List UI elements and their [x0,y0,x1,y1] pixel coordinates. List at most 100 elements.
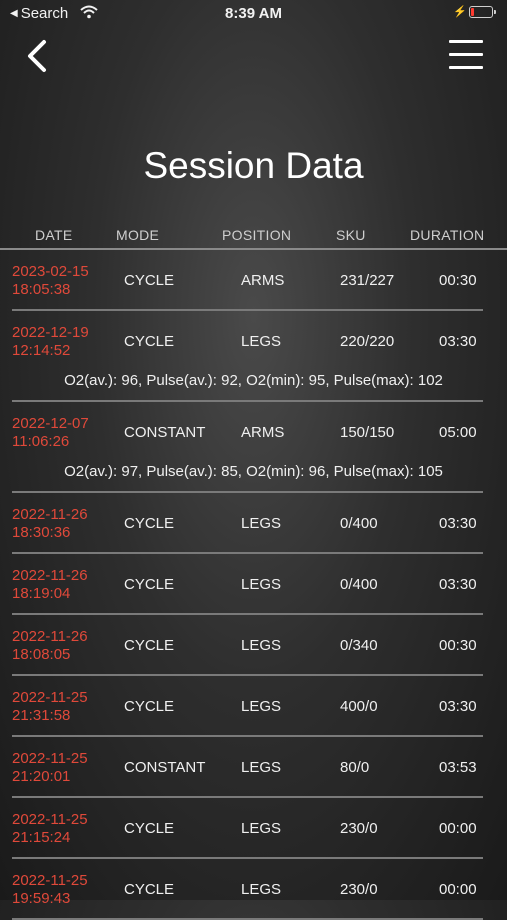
session-sku: 230/0 [340,820,378,837]
battery-icon [469,6,496,18]
session-mode: CONSTANT [124,759,206,776]
session-row-main: 2022-11-26 18:08:05 CYCLE LEGS 0/340 00:30 [0,615,507,674]
column-header-sku: SKU [336,227,366,243]
session-row[interactable]: 2022-11-26 18:19:04 CYCLE LEGS 0/400 03:30 [0,554,507,615]
session-datetime: 2022-11-25 21:20:01 [12,750,88,786]
session-position: LEGS [241,820,282,837]
session-date: 2022-12-07 [12,415,89,432]
session-position: LEGS [241,881,282,898]
status-time: 8:39 AM [225,5,282,22]
session-datetime: 2022-11-25 21:31:58 [12,689,88,725]
session-sku: 150/150 [340,424,395,441]
session-row-main: 2023-02-15 18:05:38 CYCLE ARMS 231/227 00:30 [0,250,507,309]
session-position: ARMS [241,424,285,441]
session-row-main: 2022-11-26 18:19:04 CYCLE LEGS 0/400 03:30 [0,554,507,613]
session-position: ARMS [241,272,285,289]
session-sku: 231/227 [340,272,395,289]
session-duration: 03:53 [439,759,477,776]
session-time: 21:31:58 [12,707,71,724]
session-time: 18:19:04 [12,585,71,602]
session-datetime: 2022-11-25 21:15:24 [12,811,88,847]
session-date: 2022-11-25 [12,689,88,706]
session-sku: 0/400 [340,515,378,532]
session-duration: 00:30 [439,637,477,654]
session-duration: 03:30 [439,515,477,532]
session-datetime: 2023-02-15 18:05:38 [12,263,89,299]
column-header-mode: MODE [116,227,160,243]
session-date: 2022-11-26 [12,628,88,645]
session-row-main: 2022-12-19 12:14:52 CYCLE LEGS 220/220 03:30 [0,311,507,370]
session-time: 12:14:52 [12,342,71,359]
session-row-main: 2022-11-25 19:59:43 CYCLE LEGS 230/0 00:00 [0,859,507,918]
column-header-position: POSITION [222,227,292,243]
session-mode: CYCLE [124,881,175,898]
session-date: 2023-02-15 [12,263,89,280]
session-sku: 0/400 [340,576,378,593]
session-row[interactable]: 2022-11-26 18:30:36 CYCLE LEGS 0/400 03:30 [0,493,507,554]
session-duration: 03:30 [439,576,477,593]
column-header-date: DATE [35,227,73,243]
session-row[interactable]: 2022-12-07 11:06:26 CONSTANT ARMS 150/150 05:… [0,402,507,493]
session-mode: CYCLE [124,515,175,532]
session-time: 18:05:38 [12,281,71,298]
session-position: LEGS [241,333,282,350]
session-mode: CYCLE [124,333,175,350]
hamburger-menu-icon [449,40,483,43]
session-duration: 00:00 [439,881,477,898]
session-mode: CYCLE [124,272,175,289]
session-row[interactable]: 2022-11-25 19:59:43 CYCLE LEGS 230/0 00:00 [0,859,507,920]
session-duration: 00:00 [439,820,477,837]
session-position: LEGS [241,759,282,776]
session-duration: 03:30 [439,333,477,350]
session-date: 2022-11-25 [12,811,88,828]
session-position: LEGS [241,576,282,593]
session-time: 18:30:36 [12,524,71,541]
session-row[interactable]: 2022-11-25 21:15:24 CYCLE LEGS 230/0 00:00 [0,798,507,859]
session-row[interactable]: 2023-02-15 18:05:38 CYCLE ARMS 231/227 00:30 [0,250,507,311]
back-button[interactable] [22,38,58,78]
session-row[interactable]: 2022-11-26 18:08:05 CYCLE LEGS 0/340 00:30 [0,615,507,676]
session-sku: 0/340 [340,637,378,654]
session-date: 2022-11-25 [12,872,88,889]
session-mode: CYCLE [124,576,175,593]
session-datetime: 2022-11-26 18:08:05 [12,628,88,664]
session-datetime: 2022-11-26 18:30:36 [12,506,88,542]
session-row-main: 2022-11-25 21:20:01 CONSTANT LEGS 80/0 03:53 [0,737,507,796]
session-date: 2022-11-26 [12,506,88,523]
session-row-main: 2022-11-25 21:15:24 CYCLE LEGS 230/0 00:00 [0,798,507,857]
table-header: DATE MODE POSITION SKU DURATION [0,225,507,249]
session-row[interactable]: 2022-12-19 12:14:52 CYCLE LEGS 220/220 03:30 O… [0,311,507,402]
session-row[interactable]: 2022-11-25 21:31:58 CYCLE LEGS 400/0 03:30 [0,676,507,737]
session-sku: 80/0 [340,759,370,776]
session-sku: 400/0 [340,698,378,715]
session-duration: 00:30 [439,272,477,289]
session-row[interactable]: 2022-11-25 21:20:01 CONSTANT LEGS 80/0 03:53 [0,737,507,798]
session-time: 21:20:01 [12,768,71,785]
session-mode: CYCLE [124,698,175,715]
session-time: 19:59:43 [12,890,71,907]
session-row-main: 2022-12-07 11:06:26 CONSTANT ARMS 150/150 05:… [0,402,507,461]
session-sku: 220/220 [340,333,395,350]
session-duration: 05:00 [439,424,477,441]
status-bar: ◀ Search 8:39 AM ⚡ [0,0,507,28]
session-date: 2022-11-25 [12,750,88,767]
session-sku: 230/0 [340,881,378,898]
column-header-duration: DURATION [410,227,485,243]
session-date: 2022-11-26 [12,567,88,584]
session-position: LEGS [241,637,282,654]
session-date: 2022-12-19 [12,324,89,341]
session-vitals: O2(av.): 97, Pulse(av.): 85, O2(min): 96… [64,463,443,480]
session-datetime: 2022-12-07 11:06:26 [12,415,89,451]
session-mode: CYCLE [124,637,175,654]
session-mode: CYCLE [124,820,175,837]
session-datetime: 2022-11-25 19:59:43 [12,872,88,908]
session-vitals: O2(av.): 96, Pulse(av.): 92, O2(min): 95… [64,372,443,389]
session-datetime: 2022-12-19 12:14:52 [12,324,89,360]
session-duration: 03:30 [439,698,477,715]
session-position: LEGS [241,698,282,715]
menu-button[interactable] [449,40,483,70]
session-position: LEGS [241,515,282,532]
chevron-left-icon [28,40,46,72]
session-row-main: 2022-11-25 21:31:58 CYCLE LEGS 400/0 03:30 [0,676,507,735]
page-title: Session Data [143,145,364,186]
